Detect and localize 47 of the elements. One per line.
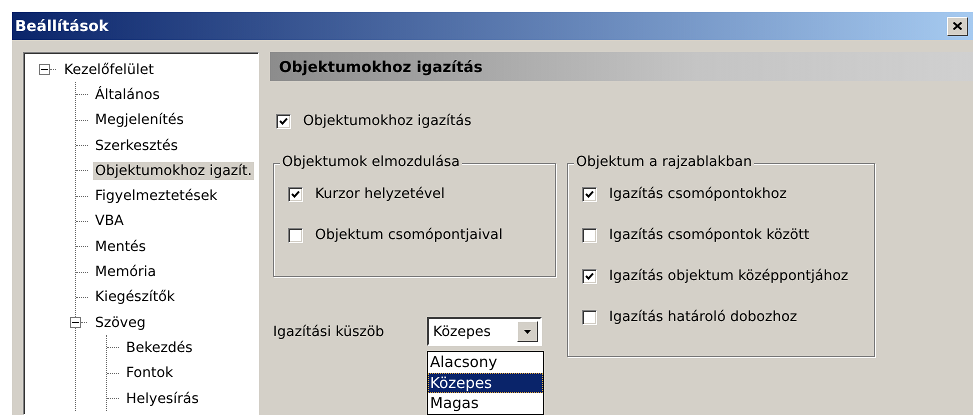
tree-item[interactable]: Bekezdés: [124, 338, 195, 357]
checkbox[interactable]: [582, 310, 597, 324]
tree-item[interactable]: Helyesírás: [124, 390, 201, 408]
caret-icon: [524, 330, 531, 334]
tree-item[interactable]: Általános: [93, 86, 162, 104]
group-title: Objektum a rajzablakban: [574, 154, 754, 170]
group-title: Objektumok elmozdulása: [280, 154, 462, 170]
dropdown-option[interactable]: Magas: [428, 393, 543, 414]
checkbox[interactable]: [276, 114, 291, 128]
dropdown-button[interactable]: [517, 321, 538, 342]
tree-item[interactable]: VBA: [93, 212, 126, 230]
close-icon: [953, 22, 962, 30]
tree-item[interactable]: Megjelenítés: [93, 111, 186, 130]
tree-item[interactable]: Memória: [93, 263, 158, 282]
check-icon: [585, 272, 594, 280]
checkbox-label[interactable]: Igazítás objektum középpontjához: [609, 268, 848, 284]
tree-item[interactable]: Kezelőfelület: [62, 60, 156, 79]
tree-item[interactable]: Fontok: [124, 364, 176, 382]
close-button[interactable]: [947, 16, 968, 36]
checkbox[interactable]: [288, 228, 303, 242]
tree-item[interactable]: Mentés: [93, 238, 148, 256]
checkbox-label[interactable]: Kurzor helyzetével: [315, 186, 445, 202]
checkbox[interactable]: [582, 268, 597, 284]
checkbox[interactable]: [288, 186, 303, 202]
tree-item[interactable]: Figyelmeztetések: [93, 187, 220, 206]
check-icon: [279, 116, 288, 126]
checkbox-label[interactable]: Igazítás csomópontokhoz: [609, 186, 787, 202]
checkbox-label[interactable]: Objektumokhoz igazítás: [303, 113, 472, 129]
tree-item[interactable]: Szöveg: [93, 314, 148, 332]
threshold-label: Igazítási küszöb: [273, 324, 386, 340]
tree-item[interactable]: Objektumokhoz igazít.: [93, 162, 254, 180]
threshold-dropdown[interactable]: Közepes: [427, 317, 542, 346]
window-title: Beállítások: [15, 17, 109, 35]
check-icon: [585, 190, 594, 198]
check-icon: [291, 190, 300, 198]
tree-item[interactable]: Kiegészítők: [93, 288, 177, 306]
checkbox-label[interactable]: Igazítás csomópontok között: [609, 227, 810, 243]
checkbox[interactable]: [582, 186, 597, 202]
checkbox-label[interactable]: Objektum csomópontjaival: [315, 227, 503, 243]
checkbox-label[interactable]: Igazítás határoló dobozhoz: [609, 309, 798, 325]
checkbox[interactable]: [582, 228, 597, 242]
dropdown-option[interactable]: Alacsony: [428, 352, 543, 372]
collapse-icon[interactable]: [39, 64, 50, 76]
section-header: Objektumokhoz igazítás: [270, 52, 973, 81]
tree-item[interactable]: Szerkesztés: [93, 136, 180, 155]
dropdown-option[interactable]: Közepes: [428, 372, 543, 393]
collapse-icon[interactable]: [70, 317, 81, 328]
